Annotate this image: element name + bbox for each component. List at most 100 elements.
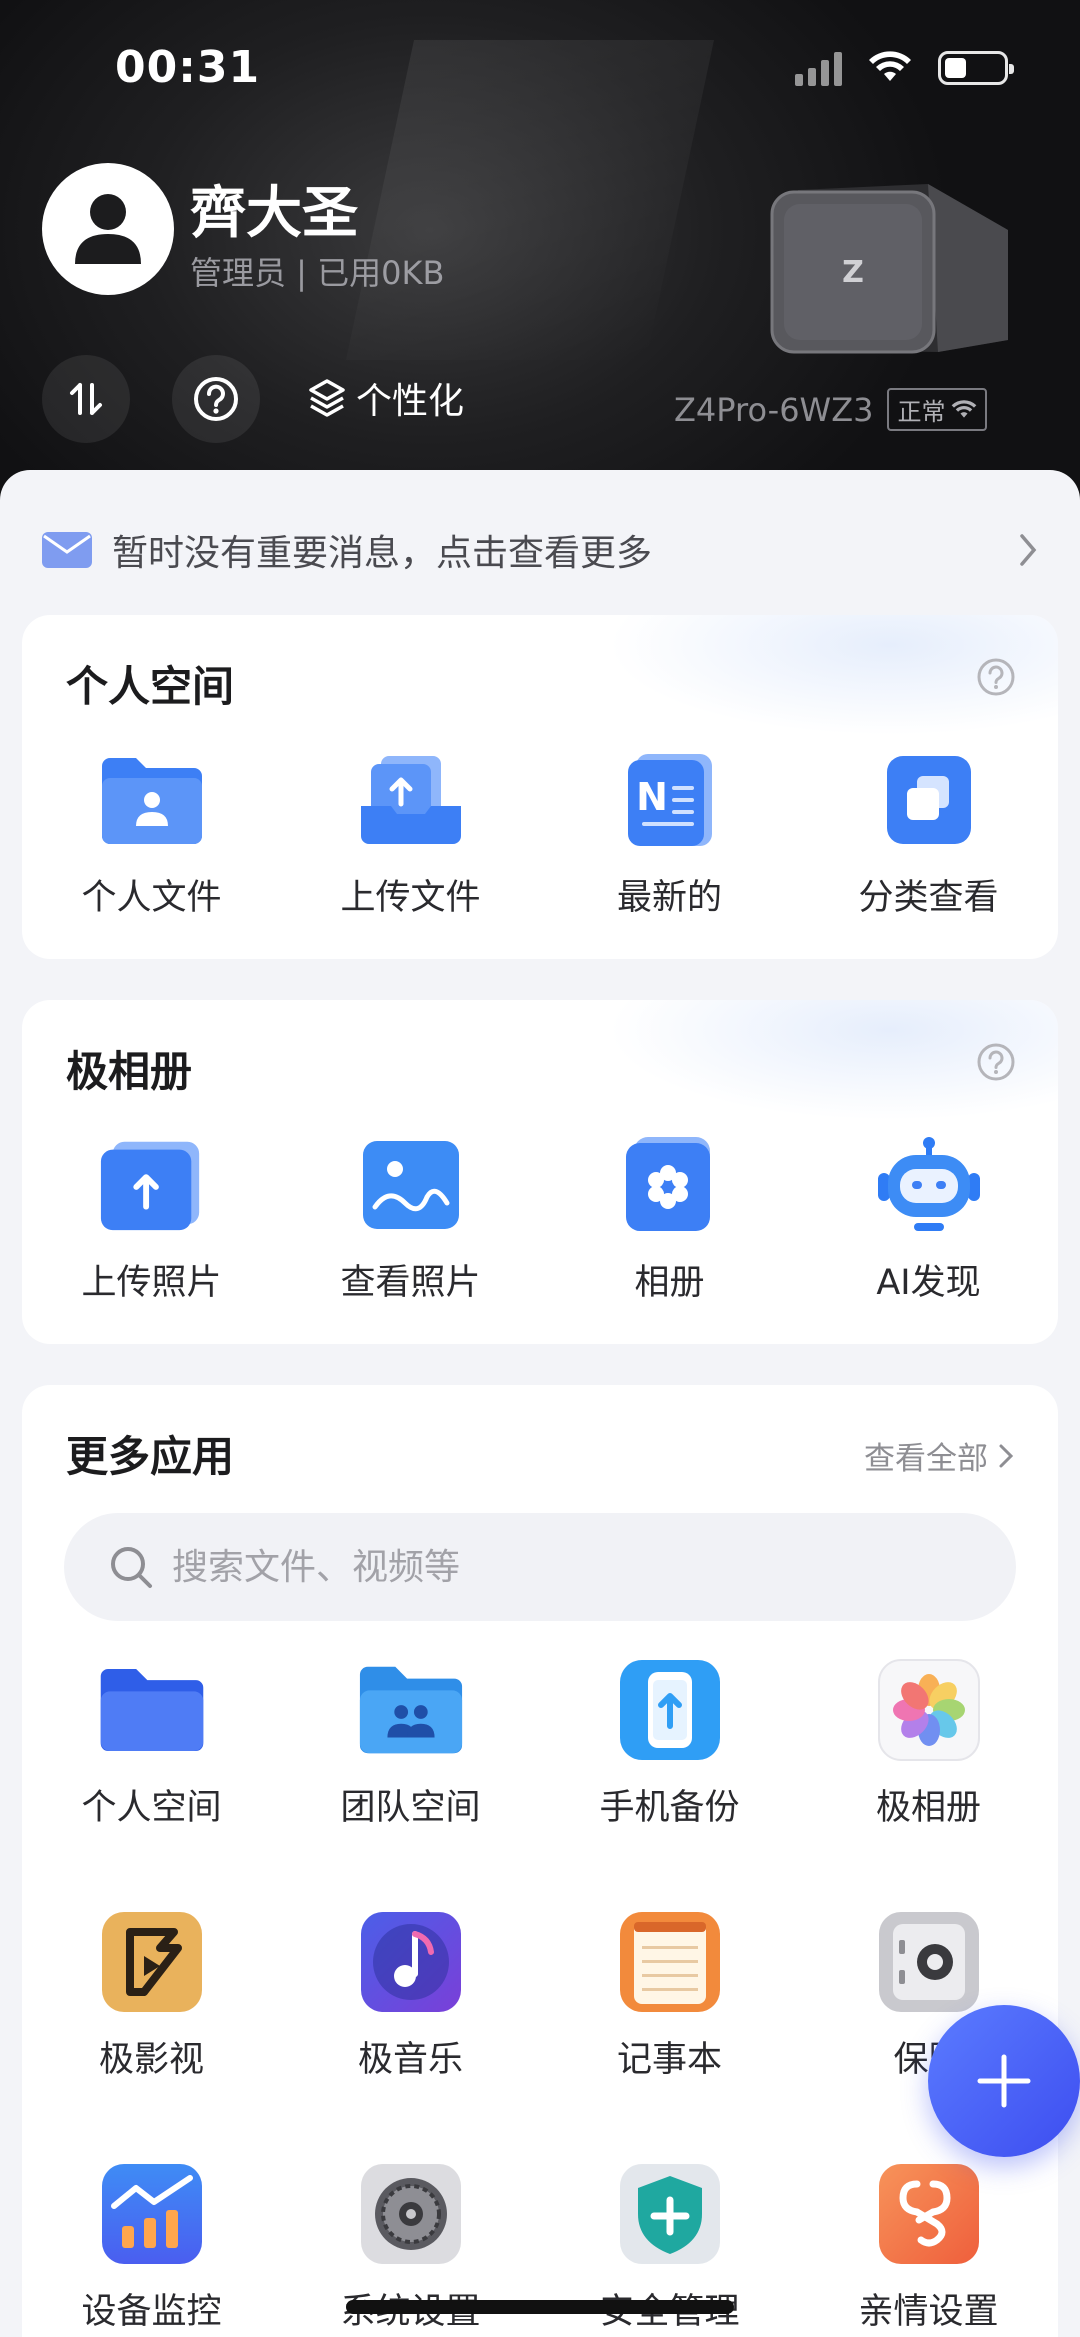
app-device-monitor[interactable]: 设备监控 [22,2159,281,2334]
landscape-photo-icon [362,1141,459,1229]
film-reel-icon [101,1912,202,2012]
notepad-icon [619,1912,720,2012]
add-button[interactable] [928,2005,1080,2157]
question-circle-icon [194,377,238,421]
album-title: 极相册 [66,1047,193,1096]
album-card: 极相册 上传照片 查看照片 相册 AI发现 [22,1000,1058,1344]
battery-icon [938,51,1014,85]
upload-photos-button[interactable]: 上传照片 [22,1130,281,1305]
chevron-right-icon [999,1444,1014,1467]
svg-text:N: N [636,775,668,819]
search-bar[interactable] [64,1513,1016,1621]
blue-folder-icon [100,1668,203,1752]
personal-files-button[interactable]: 个人文件 [22,745,281,920]
flower-album-icon [625,1137,710,1231]
search-icon [111,1547,152,1588]
app-phone-backup[interactable]: 手机备份 [540,1655,799,1830]
upload-photo-icon [100,1141,199,1231]
transfer-arrows-icon [70,383,102,415]
category-view-label: 分类查看 [858,878,999,918]
app-personal-space[interactable]: 个人空间 [22,1655,281,1830]
personalize-label: 个性化 [356,381,465,422]
notice-text: 暂时没有重要消息，点击查看更多 [112,533,653,574]
user-role-usage: 管理员 | 已用0KB [190,254,445,292]
avatar[interactable] [42,163,174,295]
mail-icon [42,532,92,568]
chevron-right-icon [1020,534,1037,566]
app-photo-album[interactable]: 极相册 [799,1655,1058,1830]
wifi-small-icon [952,399,977,418]
device-info[interactable]: Z4Pro-6WZ3 正常 [674,388,988,431]
main-content: 暂时没有重要消息，点击查看更多 个人空间 个人文件 上传文件 N 最新的 分类查… [0,470,1080,2337]
category-view-button[interactable]: 分类查看 [799,745,1058,920]
device-name: Z4Pro-6WZ3 [674,390,874,429]
more-apps-title: 更多应用 [66,1432,235,1481]
app-music-label: 极音乐 [357,2040,463,2080]
app-team-space-label: 团队空间 [340,1788,481,1828]
see-all-label: 查看全部 [864,1441,988,1477]
view-photos-label: 查看照片 [340,1263,481,1303]
safe-icon [878,1912,979,2012]
app-team-space[interactable]: 团队空间 [281,1655,540,1830]
see-all-link[interactable]: 查看全部 [864,1433,1014,1478]
transfer-button[interactable] [42,355,130,443]
help-icon[interactable] [976,657,1016,697]
shield-plus-icon [619,2164,720,2264]
home-indicator [346,2300,734,2314]
recent-label: 最新的 [616,878,722,918]
gear-icon [360,2164,461,2264]
app-music[interactable]: 极音乐 [281,1907,540,2082]
svg-text:Z: Z [842,255,864,290]
status-icons [795,50,1014,86]
app-notepad[interactable]: 记事本 [540,1907,799,2082]
help-button[interactable] [172,355,260,443]
app-device-monitor-label: 设备监控 [81,2292,222,2332]
notes-n-icon: N [627,754,712,846]
wifi-icon [869,51,911,81]
monitor-chart-icon [101,2164,202,2264]
team-folder-icon [359,1666,462,1754]
status-time: 00:31 [115,42,261,93]
upload-tray-icon [360,756,461,844]
album-button[interactable]: 相册 [540,1130,799,1305]
nas-device-icon: Z [770,184,1008,354]
upload-files-label: 上传文件 [340,878,481,918]
personal-space-card: 个人空间 个人文件 上传文件 N 最新的 分类查看 [22,615,1058,959]
device-status-badge: 正常 [887,388,988,431]
search-input[interactable] [172,1546,932,1588]
header: 00:31 齊大圣 管理员 | 已用0KB 个性化 Z Z4Pro-6WZ3 正… [0,0,1080,520]
ai-discover-button[interactable]: AI发现 [799,1130,1058,1305]
plus-icon [977,2054,1031,2108]
app-notepad-label: 记事本 [616,2040,722,2080]
album-label: 相册 [634,1263,705,1303]
device-status: 正常 [897,398,946,426]
personal-files-label: 个人文件 [81,878,222,918]
app-film[interactable]: 极影视 [22,1907,281,2082]
personal-space-title: 个人空间 [66,662,235,711]
app-phone-backup-label: 手机备份 [599,1788,740,1828]
upload-files-button[interactable]: 上传文件 [281,745,540,920]
stacked-squares-icon [886,756,971,844]
cellular-signal-icon [795,50,842,86]
layers-icon [309,379,345,417]
app-family[interactable]: 亲情设置 [799,2159,1058,2334]
ai-discover-label: AI发现 [876,1263,981,1303]
app-photo-album-label: 极相册 [875,1788,981,1828]
app-family-label: 亲情设置 [858,2292,999,2332]
device-image[interactable]: Z [758,170,1008,370]
user-name: 齊大圣 [190,181,358,246]
family-icon [878,2164,979,2264]
app-film-label: 极影视 [98,2040,204,2080]
view-photos-button[interactable]: 查看照片 [281,1130,540,1305]
personalize-button[interactable]: 个性化 [308,372,464,424]
photos-flower-icon [877,1659,980,1761]
user-silhouette-icon [75,194,141,264]
music-note-icon [360,1912,461,2012]
more-apps-card: 更多应用 查看全部 个人空间 [22,1385,1058,2337]
notice-bar[interactable]: 暂时没有重要消息，点击查看更多 [40,520,1040,580]
recent-button[interactable]: N 最新的 [540,745,799,920]
phone-backup-icon [619,1660,720,1760]
upload-photos-label: 上传照片 [81,1263,222,1303]
person-folder-icon [101,758,202,844]
help-icon[interactable] [976,1042,1016,1082]
